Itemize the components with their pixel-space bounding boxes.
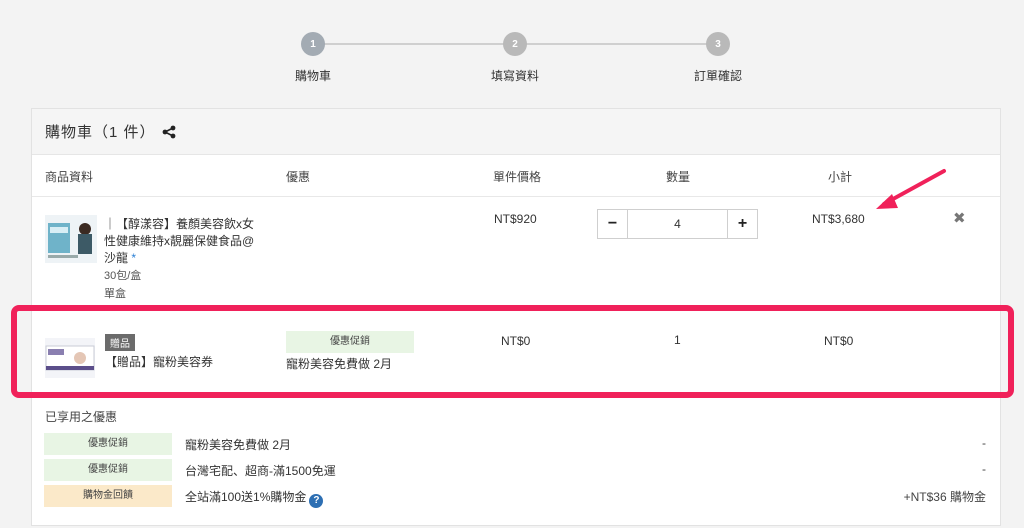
applied-tag-3: 購物金回饋 [44,485,172,507]
applied-desc-3: 全站滿100送1%購物金? [185,488,324,508]
step-connector [515,43,718,45]
cart-title: 購物車（1 件） [45,124,156,141]
product-spec-option: 單盒 [104,288,126,300]
gift-promo-desc: 寵粉美容免費做 2月 [286,357,393,371]
quantity-stepper: − 4 + [597,209,758,239]
applied-value-3: +NT$36 購物金 [903,490,986,504]
divider [32,196,1000,197]
plus-icon[interactable]: + [727,210,757,238]
annotation-arrow-icon [876,169,946,209]
remove-icon[interactable]: ✖ [953,209,966,227]
quantity-input[interactable]: 4 [628,210,727,238]
applied-value-2: - [982,462,986,476]
product-star: * [131,251,137,265]
help-icon[interactable]: ? [309,494,324,508]
step-3-dot: 3 [706,32,730,56]
column-product: 商品資料 [45,170,94,184]
applied-tag-2: 優惠促銷 [44,459,172,481]
checkout-stepper: 1 購物車 2 填寫資料 3 訂單確認 [0,0,1024,100]
step-connector [313,43,515,45]
promo-tag: 優惠促銷 [286,331,414,353]
product-name[interactable]: ｜【醇漾容】養顏美容飲x女性健康維持x靚麗保健食品@沙龍 * [104,216,264,267]
gift-unit-price: NT$0 [501,334,531,348]
applied-discounts-title: 已享用之優惠 [45,410,118,424]
applied-tag-1: 優惠促銷 [44,433,172,455]
gift-quantity: 1 [674,333,681,347]
applied-desc-2: 台灣宅配、超商-滿1500免運 [185,464,336,478]
product-name-text[interactable]: ｜【醇漾容】養顏美容飲x女性健康維持x靚麗保健食品@沙龍 [104,217,254,265]
step-2-label: 填寫資料 [490,69,539,83]
step-1-label: 購物車 [294,69,331,83]
gift-thumbnail[interactable] [45,338,95,378]
applied-desc-3-text: 全站滿100送1%購物金 [185,490,307,504]
gift-badge: 贈品 [105,334,135,351]
column-subtotal: 小計 [828,170,853,184]
applied-value-1: - [982,436,986,450]
cart-panel: 購物車（1 件） 商品資料 優惠 單件價格 數量 小計 ｜【醇漾容】養顏美容飲x… [31,108,1001,526]
unit-price: NT$920 [494,212,537,226]
divider [32,310,1000,311]
step-2-dot: 2 [503,32,527,56]
subtotal: NT$3,680 [812,212,865,226]
cart-header: 購物車（1 件） [32,109,1000,155]
applied-desc-1: 寵粉美容免費做 2月 [185,438,292,452]
column-discount: 優惠 [286,170,311,184]
column-quantity: 數量 [666,170,691,184]
product-spec-size: 30包/盒 [104,270,142,282]
gift-name[interactable]: 【贈品】寵粉美容券 [105,353,213,370]
step-1-dot: 1 [301,32,325,56]
share-icon[interactable] [162,125,176,139]
step-3-label: 訂單確認 [693,69,742,83]
column-unit-price: 單件價格 [493,170,542,184]
product-thumbnail[interactable] [45,215,97,263]
minus-icon[interactable]: − [598,210,628,238]
gift-subtotal: NT$0 [824,334,854,348]
